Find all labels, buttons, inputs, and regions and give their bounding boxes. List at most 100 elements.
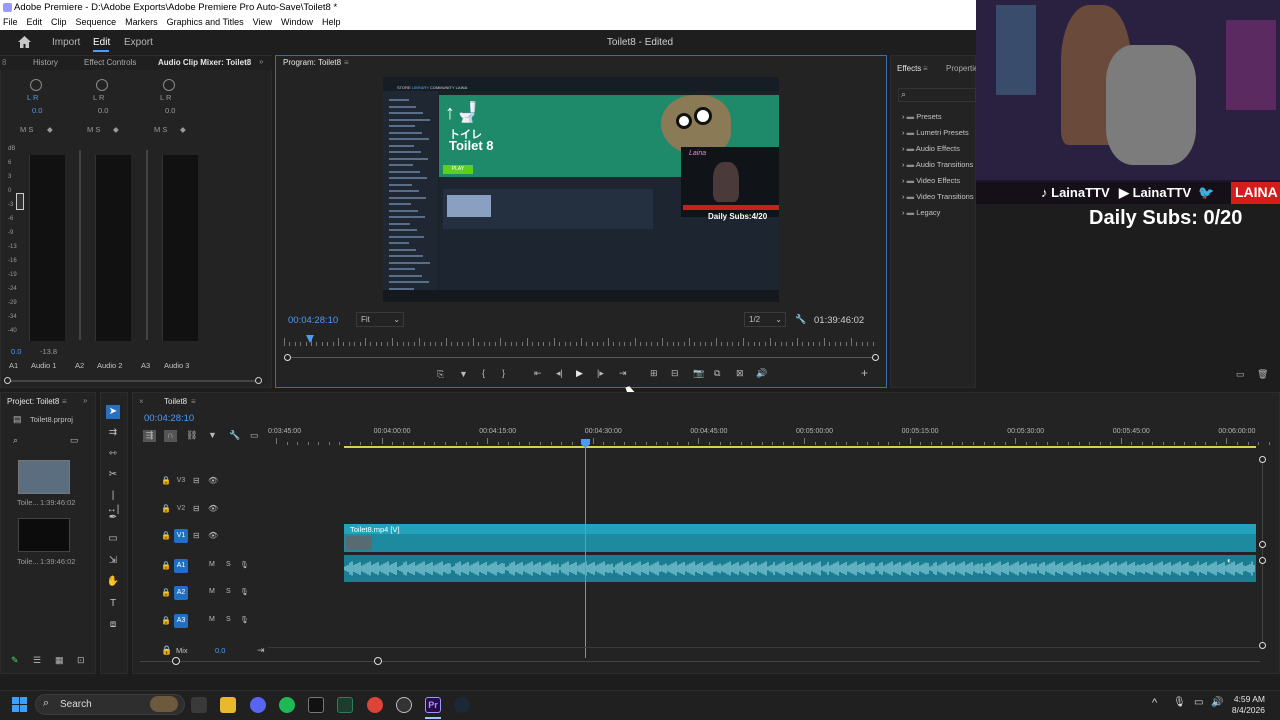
zoom-handle-right[interactable] xyxy=(872,354,879,361)
menu-sequence[interactable]: Sequence xyxy=(76,15,117,30)
track-label[interactable]: V2 xyxy=(174,502,188,516)
mark-out-icon[interactable]: } xyxy=(502,368,505,378)
pan-knob-a3[interactable] xyxy=(163,79,175,91)
search-icon[interactable]: ⌕ xyxy=(13,435,18,446)
close-tab-icon[interactable]: × xyxy=(139,396,144,408)
pan-value-a1[interactable]: 0.0 xyxy=(32,106,42,115)
fader-a1[interactable] xyxy=(16,193,24,210)
razor-tool-icon[interactable]: ✂ xyxy=(106,468,120,482)
mix-value[interactable]: 0.0 xyxy=(215,646,225,655)
record-icon[interactable]: ◆ xyxy=(113,125,119,134)
insert-icon[interactable]: ⊞ xyxy=(650,368,658,379)
toggle-proxies-icon[interactable]: ⊠ xyxy=(736,368,744,379)
play-icon[interactable]: ▶ xyxy=(576,368,583,379)
solo-icon[interactable]: S xyxy=(226,588,231,595)
network-icon[interactable]: ▭ xyxy=(1194,697,1203,708)
microphone-icon[interactable]: 🎙 xyxy=(240,561,249,569)
lock-icon[interactable]: 🔒 xyxy=(161,476,171,485)
scroll-handle-right[interactable] xyxy=(255,377,262,384)
track-label[interactable]: A2 xyxy=(174,586,188,600)
nest-toggle-icon[interactable]: ⇶ xyxy=(143,430,156,442)
mute-solo-a2[interactable]: M S xyxy=(87,125,100,134)
sync-lock-icon[interactable]: ⊟ xyxy=(193,476,200,485)
h-scroll-handle-left[interactable] xyxy=(172,657,180,665)
menu-file[interactable]: File xyxy=(3,15,18,30)
panel-menu-icon[interactable]: ≡ xyxy=(923,63,928,75)
captions-icon[interactable]: ▭ xyxy=(250,430,259,441)
effects-folder-item[interactable]: › ▬ Video Transitions xyxy=(902,192,974,201)
solo-icon[interactable]: S xyxy=(226,616,231,623)
zoom-scrollbar[interactable] xyxy=(288,357,876,358)
task-view-icon[interactable] xyxy=(191,697,207,713)
effects-search-input[interactable] xyxy=(898,88,976,102)
overwrite-icon[interactable]: ⊟ xyxy=(671,368,679,379)
lock-icon[interactable]: 🔒 xyxy=(161,561,171,570)
lock-icon[interactable]: 🔒 xyxy=(161,616,171,625)
lift-icon[interactable]: ⎘ xyxy=(437,369,444,380)
windows-start-icon[interactable] xyxy=(12,697,27,712)
selection-tool-icon[interactable]: ➤ xyxy=(106,405,120,419)
step-back-icon[interactable]: ◂| xyxy=(556,368,563,379)
mark-in-icon[interactable]: { xyxy=(482,368,485,378)
menu-window[interactable]: Window xyxy=(281,15,313,30)
go-to-out-icon[interactable]: ⇥ xyxy=(619,368,627,379)
effects-folder-item[interactable]: › ▬ Video Effects xyxy=(902,176,960,185)
icon-view-icon[interactable]: ▦ xyxy=(55,655,64,666)
mixer-scrollbar[interactable] xyxy=(6,380,260,382)
wrench-icon[interactable]: 🔧 xyxy=(795,314,806,325)
menu-markers[interactable]: Markers xyxy=(125,15,158,30)
menu-view[interactable]: View xyxy=(253,15,272,30)
new-bin-icon[interactable]: ▭ xyxy=(1236,369,1245,380)
work-area-bar[interactable] xyxy=(344,446,1256,448)
track-label[interactable]: V3 xyxy=(174,474,188,488)
program-timecode[interactable]: 00:04:28:10 xyxy=(288,315,338,326)
mute-solo-a3[interactable]: M S xyxy=(154,125,167,134)
track-label[interactable]: A3 xyxy=(174,614,188,628)
chevron-right-icon[interactable]: » xyxy=(83,395,87,407)
timeline-timecode[interactable]: 00:04:28:10 xyxy=(144,413,194,424)
track-select-tool-icon[interactable]: ⇉ xyxy=(106,426,120,440)
microphone-icon[interactable]: 🎙 xyxy=(240,616,249,624)
fader-value-a1[interactable]: 0.0 xyxy=(11,347,21,356)
pan-knob-a1[interactable] xyxy=(30,79,42,91)
go-to-in-icon[interactable]: ⇤ xyxy=(534,368,542,379)
menu-graphics[interactable]: Graphics and Titles xyxy=(167,15,244,30)
panel-menu-icon[interactable]: ≡ xyxy=(246,57,251,69)
eye-icon[interactable]: 👁 xyxy=(208,531,218,540)
panel-menu-icon[interactable]: ≡ xyxy=(191,396,196,408)
tab-effects[interactable]: Effects xyxy=(897,63,921,75)
step-forward-icon[interactable]: |▸ xyxy=(597,368,604,379)
sync-lock-icon[interactable]: ⊟ xyxy=(193,504,200,513)
tray-chevron-up-icon[interactable]: ^ xyxy=(1152,697,1157,709)
ripple-edit-tool-icon[interactable]: ⇿ xyxy=(106,447,120,461)
add-button-icon[interactable]: + xyxy=(861,366,868,380)
pan-value-a2[interactable]: 0.0 xyxy=(98,106,108,115)
pen-tool-icon[interactable]: ✒ xyxy=(106,511,120,525)
new-bin-icon[interactable]: ▭ xyxy=(70,435,79,446)
project-item-thumb[interactable] xyxy=(18,518,70,552)
tab-export[interactable]: Export xyxy=(124,36,153,50)
v-scroll-audio[interactable] xyxy=(1259,557,1266,564)
wrench-icon[interactable]: 🔧 xyxy=(229,430,240,441)
v-scroll-mid[interactable] xyxy=(1259,541,1266,548)
program-preview-frame[interactable]: STORE LIBRARY COMMUNITY LAINA ↑🚽 トイレ Toi… xyxy=(383,77,779,302)
home-icon[interactable] xyxy=(18,36,31,48)
panel-overflow-icon[interactable]: 8 xyxy=(2,57,6,69)
clock-time[interactable]: 4:59 AM xyxy=(1233,694,1265,704)
zoom-handle-left[interactable] xyxy=(284,354,291,361)
mute-icon[interactable]: M xyxy=(209,588,215,595)
panel-menu-icon[interactable]: ≡ xyxy=(344,57,349,69)
slip-tool-icon[interactable]: |↔| xyxy=(106,489,120,515)
chevron-right-icon[interactable]: » xyxy=(259,56,263,68)
snap-icon[interactable]: ∩ xyxy=(164,430,177,442)
freeform-view-icon[interactable]: ⊡ xyxy=(77,655,85,666)
menu-help[interactable]: Help xyxy=(322,15,341,30)
solo-icon[interactable]: S xyxy=(226,561,231,568)
pan-value-a3[interactable]: 0.0 xyxy=(165,106,175,115)
lock-icon[interactable]: 🔒 xyxy=(161,504,171,513)
pan-knob-a2[interactable] xyxy=(96,79,108,91)
mute-icon[interactable]: M xyxy=(209,561,215,568)
mute-solo-a1[interactable]: M S xyxy=(20,125,33,134)
microphone-icon[interactable]: 🎙 xyxy=(1173,697,1186,708)
eye-icon[interactable]: 👁 xyxy=(208,504,218,513)
